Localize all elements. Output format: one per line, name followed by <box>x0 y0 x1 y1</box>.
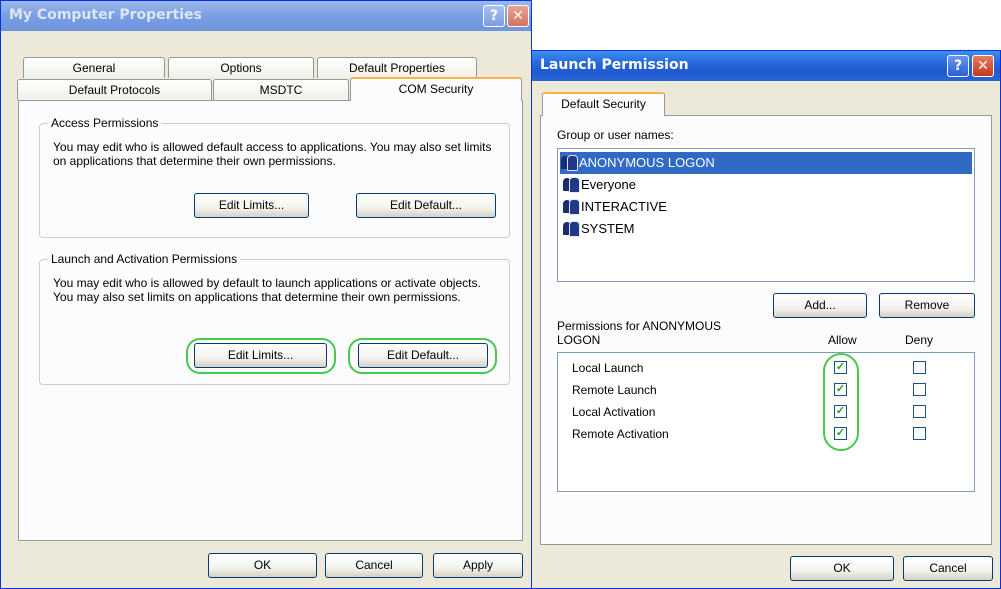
local-launch-deny-checkbox[interactable] <box>913 361 926 374</box>
launch-permission-window: Launch Permission ? ✕ Default Security G… <box>531 50 1001 589</box>
right-titlebar[interactable]: Launch Permission ? ✕ <box>532 51 1000 81</box>
left-titlebar[interactable]: My Computer Properties ? ✕ <box>1 1 531 31</box>
tab-general[interactable]: General <box>23 57 165 78</box>
close-icon[interactable]: ✕ <box>507 5 529 27</box>
user-group-icon <box>562 177 580 193</box>
my-computer-properties-window: My Computer Properties ? ✕ General Optio… <box>0 0 532 589</box>
launch-activation-group: Launch and Activation Permissions You ma… <box>39 252 510 385</box>
ok-button[interactable]: OK <box>208 553 317 578</box>
permission-row-label: Local Activation <box>572 405 656 419</box>
cancel-button[interactable]: Cancel <box>325 553 423 578</box>
access-permissions-legend: Access Permissions <box>48 116 162 130</box>
group-or-user-names-label: Group or user names: <box>557 128 674 142</box>
access-edit-limits-button[interactable]: Edit Limits... <box>194 193 309 218</box>
remote-launch-allow-checkbox[interactable]: ✓ <box>834 383 847 396</box>
list-item[interactable]: SYSTEM <box>562 218 634 240</box>
local-activation-deny-checkbox[interactable] <box>913 405 926 418</box>
apply-button[interactable]: Apply <box>433 553 523 578</box>
com-security-panel: Access Permissions You may edit who is a… <box>18 100 523 541</box>
left-window-title: My Computer Properties <box>9 7 202 23</box>
launch-activation-legend: Launch and Activation Permissions <box>48 252 241 266</box>
remote-activation-deny-checkbox[interactable] <box>913 427 926 440</box>
default-security-panel: Group or user names: ANONYMOUS LOGON Eve… <box>540 115 992 545</box>
access-edit-default-button[interactable]: Edit Default... <box>356 193 496 218</box>
permissions-list: Local Launch Remote Launch Local Activat… <box>557 352 975 492</box>
permission-row-label: Remote Activation <box>572 427 669 441</box>
permission-row-label: Local Launch <box>572 361 644 375</box>
tab-default-security[interactable]: Default Security <box>542 92 665 116</box>
remove-button[interactable]: Remove <box>879 293 975 318</box>
list-item[interactable]: ANONYMOUS LOGON <box>560 152 972 174</box>
tab-default-properties[interactable]: Default Properties <box>317 57 477 78</box>
right-window-title: Launch Permission <box>540 57 689 73</box>
tab-com-security[interactable]: COM Security <box>350 77 522 101</box>
help-icon[interactable]: ? <box>483 5 505 27</box>
local-launch-allow-checkbox[interactable]: ✓ <box>834 361 847 374</box>
user-group-icon <box>560 155 578 171</box>
tab-msdtc[interactable]: MSDTC <box>213 79 349 100</box>
access-permissions-text: You may edit who is allowed default acce… <box>53 140 492 168</box>
ok-button[interactable]: OK <box>790 556 894 581</box>
local-activation-allow-checkbox[interactable]: ✓ <box>834 405 847 418</box>
cancel-button[interactable]: Cancel <box>903 556 993 581</box>
permission-row-label: Remote Launch <box>572 383 657 397</box>
list-item[interactable]: Everyone <box>562 174 636 196</box>
help-icon[interactable]: ? <box>947 55 969 77</box>
deny-header: Deny <box>905 333 934 347</box>
list-item[interactable]: INTERACTIVE <box>562 196 667 218</box>
user-group-icon <box>562 221 580 237</box>
launch-activation-text: You may edit who is allowed by default t… <box>53 276 481 304</box>
launch-edit-default-button[interactable]: Edit Default... <box>358 343 488 368</box>
tab-default-protocols[interactable]: Default Protocols <box>17 79 212 100</box>
permissions-for-label: Permissions for ANONYMOUS LOGON <box>557 319 722 347</box>
launch-edit-limits-button[interactable]: Edit Limits... <box>194 343 327 368</box>
remote-launch-deny-checkbox[interactable] <box>913 383 926 396</box>
allow-header: Allow <box>828 333 857 347</box>
close-icon[interactable]: ✕ <box>972 55 994 77</box>
remote-activation-allow-checkbox[interactable]: ✓ <box>834 427 847 440</box>
tab-options[interactable]: Options <box>168 57 314 78</box>
user-group-icon <box>562 199 580 215</box>
add-button[interactable]: Add... <box>773 293 867 318</box>
access-permissions-group: Access Permissions You may edit who is a… <box>39 116 510 238</box>
user-list[interactable]: ANONYMOUS LOGON Everyone INTERACTIVE SYS… <box>557 148 975 282</box>
